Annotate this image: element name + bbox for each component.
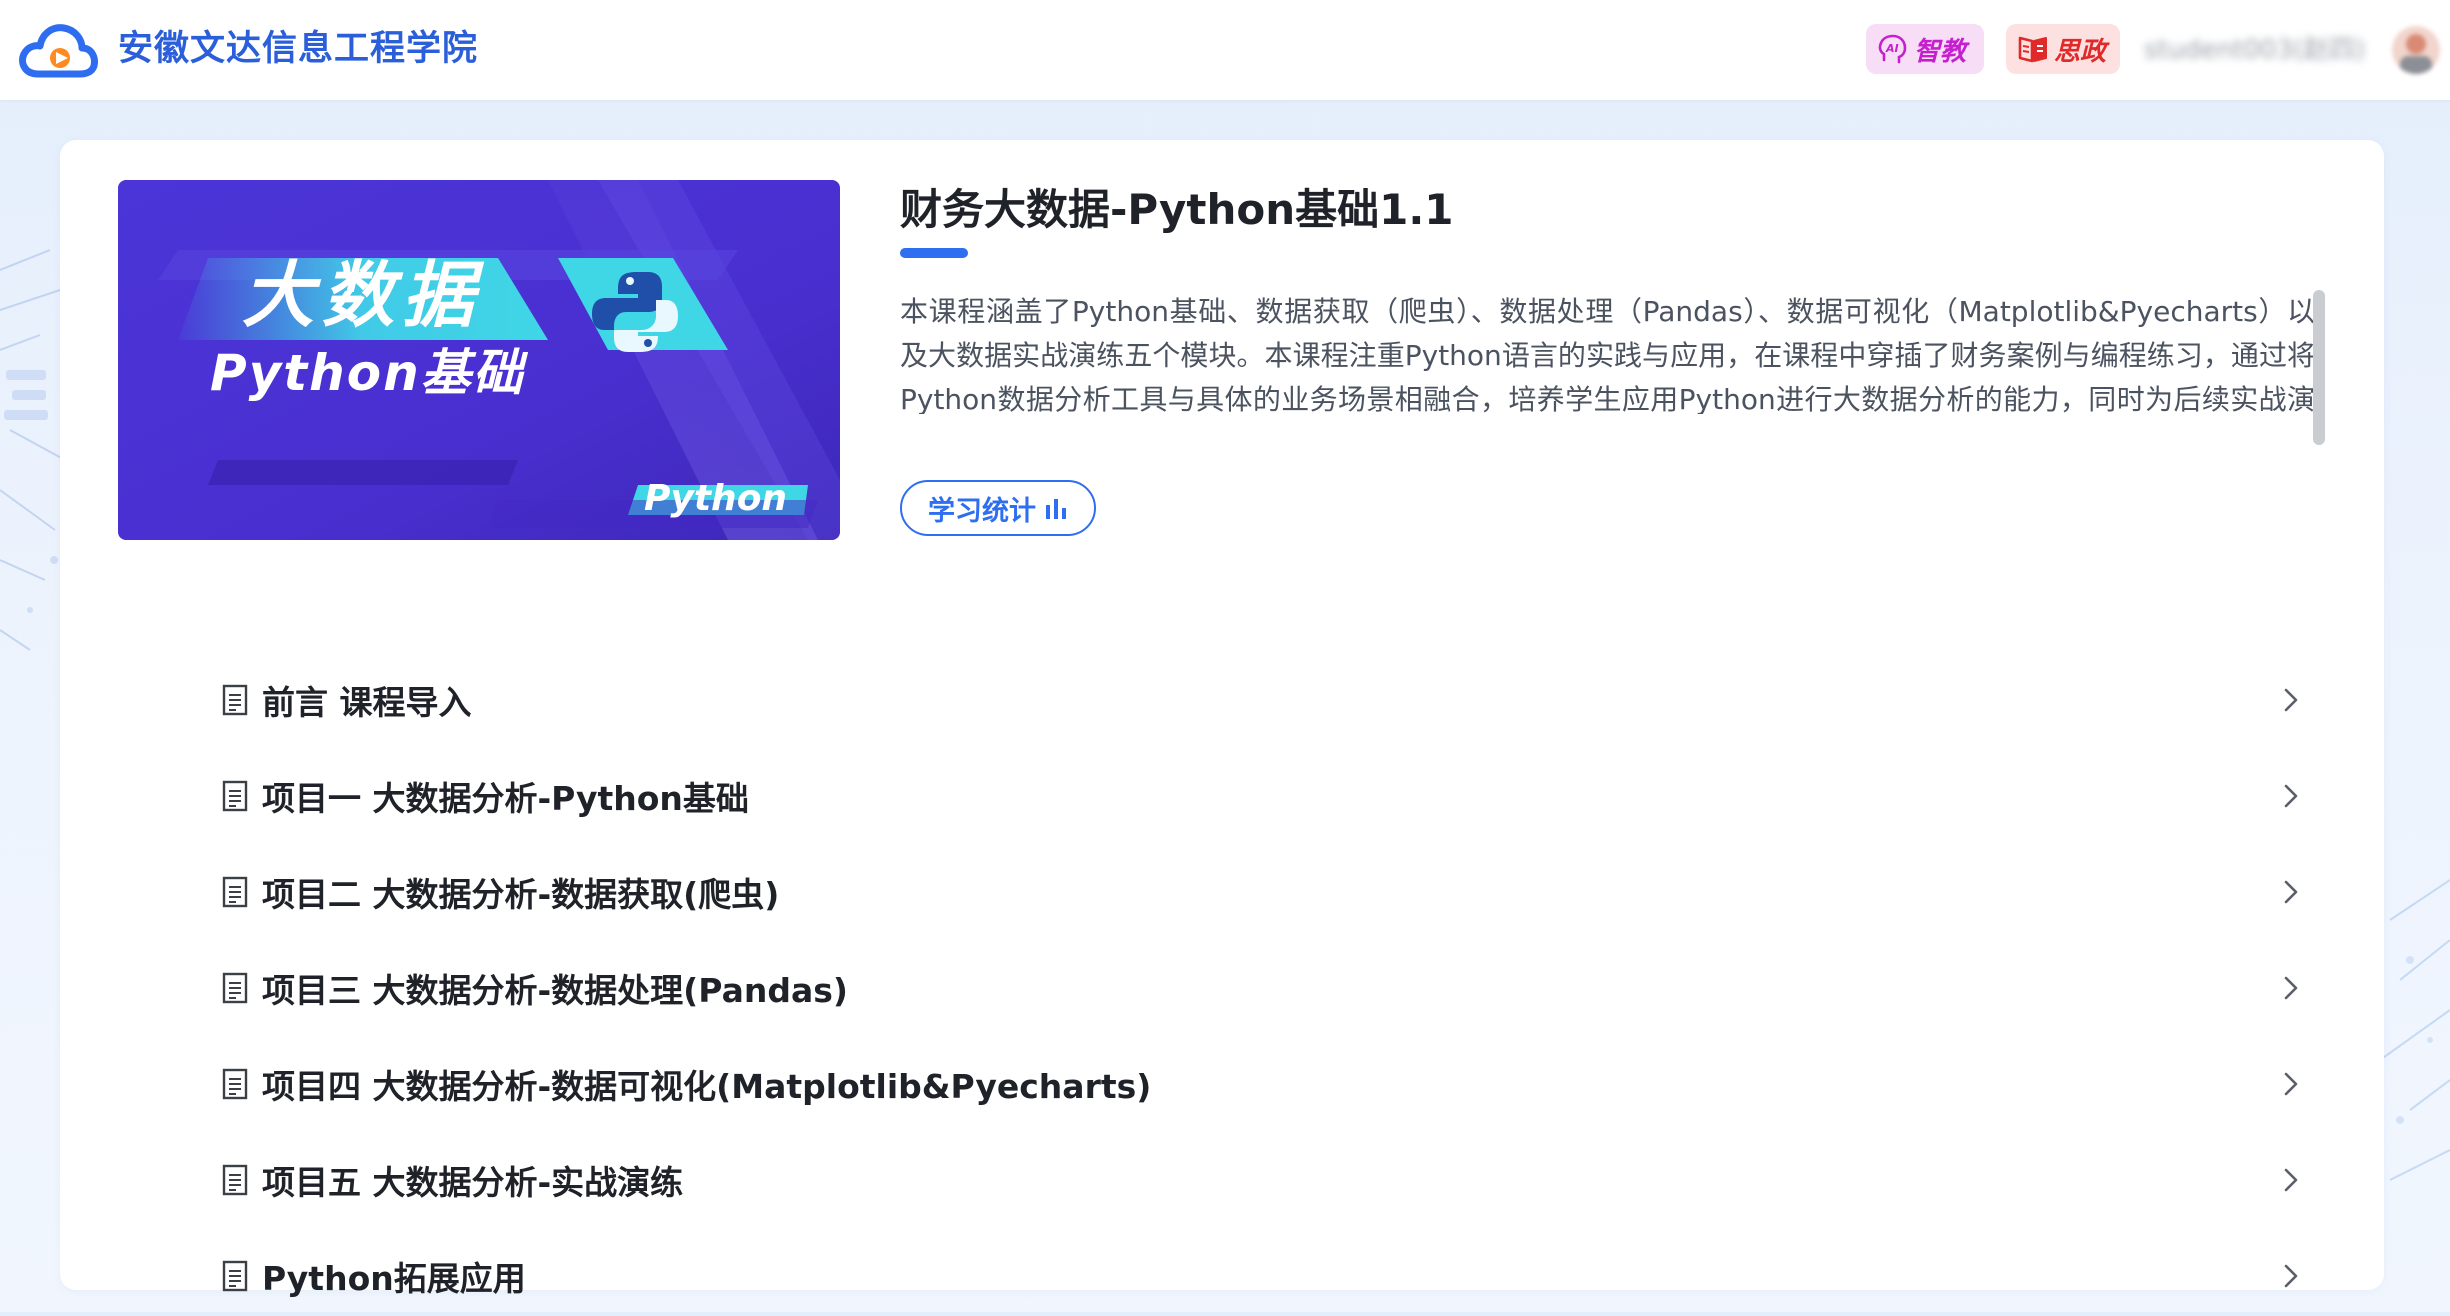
chapter-item[interactable]: 项目三 大数据分析-数据处理(Pandas) xyxy=(160,948,2370,1028)
chevron-right-icon xyxy=(2284,688,2298,712)
cover-tag: Python xyxy=(644,478,787,519)
document-icon xyxy=(222,876,248,908)
course-card: 大数据 Python基础 Python 财务大数据-Python基础1.1 本课… xyxy=(60,140,2384,1298)
chapter-label: 前言 课程导入 xyxy=(262,683,472,722)
svg-text:AI: AI xyxy=(1885,42,1899,55)
chapter-label: 项目四 大数据分析-数据可视化(Matplotlib&Pyecharts) xyxy=(262,1067,1152,1106)
ideology-label: 思政 xyxy=(2054,36,2107,67)
course-cover-image: 大数据 Python基础 Python xyxy=(118,180,840,540)
cover-title: 大数据 xyxy=(242,253,485,337)
chevron-right-icon xyxy=(2284,1168,2298,1192)
chapter-label: 项目二 大数据分析-数据获取(爬虫) xyxy=(262,875,780,914)
document-icon xyxy=(222,1068,248,1100)
cloud-logo-icon[interactable] xyxy=(16,18,100,82)
chevron-right-icon xyxy=(2284,976,2298,1000)
school-name: 安徽文达信息工程学院 xyxy=(118,29,479,69)
chapter-label: 项目三 大数据分析-数据处理(Pandas) xyxy=(262,971,848,1010)
chapter-item[interactable]: 项目四 大数据分析-数据可视化(Matplotlib&Pyecharts) xyxy=(160,1044,2370,1124)
chevron-right-icon xyxy=(2284,1072,2298,1096)
learning-stats-button[interactable]: 学习统计 xyxy=(900,480,1096,536)
chevron-right-icon xyxy=(2284,784,2298,808)
chapter-item[interactable]: 项目五 大数据分析-实战演练 xyxy=(160,1140,2370,1220)
learning-stats-label: 学习统计 xyxy=(928,495,1036,527)
chapter-label: 项目五 大数据分析-实战演练 xyxy=(262,1163,684,1202)
chevron-right-icon xyxy=(2284,1264,2298,1288)
description-scrollbar[interactable] xyxy=(2313,290,2325,445)
document-icon xyxy=(222,972,248,1004)
course-title: 财务大数据-Python基础1.1 xyxy=(900,185,1454,234)
ai-teaching-button[interactable]: AI 智教 xyxy=(1866,24,1984,74)
cover-subtitle: Python基础 xyxy=(210,344,529,402)
course-description: 本课程涵盖了Python基础、数据获取（爬虫）、数据处理（Pandas）、数据可… xyxy=(900,295,2315,414)
bar-chart-icon xyxy=(1046,499,1066,519)
chapter-item[interactable]: 项目一 大数据分析-Python基础 xyxy=(160,756,2370,836)
chevron-right-icon xyxy=(2284,880,2298,904)
user-avatar[interactable] xyxy=(2392,26,2440,74)
title-underline xyxy=(900,248,968,258)
chapter-label: 项目一 大数据分析-Python基础 xyxy=(262,779,749,818)
document-icon xyxy=(222,780,248,812)
user-name[interactable]: student003(赵四) xyxy=(2144,30,2374,70)
document-icon xyxy=(222,1260,248,1292)
book-icon xyxy=(2018,36,2047,63)
ai-teaching-label: 智教 xyxy=(1914,36,1967,67)
chapter-label: Python拓展应用 xyxy=(262,1259,526,1298)
ai-head-icon: AI xyxy=(1878,34,1907,64)
chapter-item[interactable]: 前言 课程导入 xyxy=(160,660,2370,740)
document-icon xyxy=(222,684,248,716)
ideology-button[interactable]: 思政 xyxy=(2006,24,2120,74)
document-icon xyxy=(222,1164,248,1196)
top-header: 安徽文达信息工程学院 AI 智教 思政 student003(赵四) xyxy=(0,0,2450,100)
chapter-item[interactable]: Python拓展应用 xyxy=(160,1236,2370,1316)
chapter-item[interactable]: 项目二 大数据分析-数据获取(爬虫) xyxy=(160,852,2370,932)
